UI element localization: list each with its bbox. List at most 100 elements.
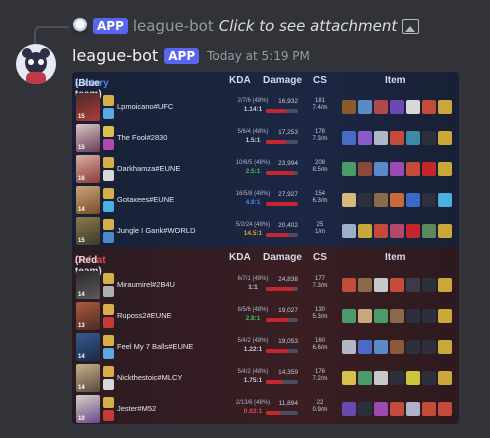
item-icon (358, 193, 372, 207)
summoner-spell-icon (103, 397, 114, 408)
champion-level: 14 (78, 354, 85, 360)
item-icon (374, 193, 388, 207)
match-summary-image[interactable]: Victory (Blue team) KDA Damage CS Item 1… (72, 72, 459, 424)
item-icon (406, 193, 420, 207)
item-icon (342, 278, 356, 292)
summoner-spell-icon (103, 126, 114, 137)
item-icon (358, 278, 372, 292)
item-icon (342, 131, 356, 145)
item-icon (342, 224, 356, 238)
item-icon (406, 162, 420, 176)
item-icon (438, 193, 452, 207)
summoner-spell-icon (103, 170, 114, 181)
item-slots (342, 371, 452, 385)
player-row: 13 Ruposs2#EUNE 8/5/6 (48%) 2.8:1 19,027 130 5… (72, 301, 459, 331)
item-icon (390, 371, 404, 385)
damage-bar (266, 109, 298, 113)
item-icon (406, 371, 420, 385)
damage-value: 20,402 (278, 222, 298, 229)
cs-per-minute: 5.3/m (312, 314, 328, 320)
message-header: league-bot APP Today at 5:19 PM (72, 46, 310, 65)
player-name: Gotaxees#EUNE (117, 195, 175, 204)
item-slots (342, 309, 452, 323)
item-icon (438, 309, 452, 323)
damage-bar (266, 233, 298, 237)
summoner-spell-icon (103, 139, 114, 150)
reply-bot-name[interactable]: league-bot (133, 17, 214, 35)
damage-value: 16,932 (278, 98, 298, 105)
kda-header: KDA (229, 252, 251, 263)
champion-level: 14 (78, 207, 85, 213)
item-icon (406, 131, 420, 145)
cs-per-minute: 8.5/m (312, 167, 328, 173)
item-icon (358, 309, 372, 323)
item-icon (358, 340, 372, 354)
player-row: 16 Darkhamza#EUNE 10/6/5 (48%) 2.5:1 23,994 2… (72, 154, 459, 184)
champion-portrait: 15 (76, 217, 100, 245)
item-icon (374, 162, 388, 176)
item-icon (390, 131, 404, 145)
author-name[interactable]: league-bot (72, 46, 158, 65)
cs-header: CS (313, 252, 327, 263)
message-timestamp[interactable]: Today at 5:19 PM (207, 49, 310, 63)
item-icon (422, 162, 436, 176)
damage-value: 19,027 (278, 307, 298, 314)
summoner-spell-icon (103, 335, 114, 346)
champion-level: 14 (78, 385, 85, 391)
item-icon (358, 371, 372, 385)
cs-per-minute: 7.3/m (312, 136, 328, 142)
champion-portrait: 14 (76, 364, 100, 392)
damage-header: Damage (263, 75, 302, 86)
item-icon (422, 131, 436, 145)
item-icon (358, 100, 372, 114)
summoner-spell-icon (103, 95, 114, 106)
champion-portrait: 15 (76, 93, 100, 121)
damage-value: 17,253 (278, 129, 298, 136)
champion-portrait: 13 (76, 302, 100, 330)
item-icon (342, 100, 356, 114)
item-icon (390, 278, 404, 292)
item-icon (438, 402, 452, 416)
cs-per-minute: 6.3/m (312, 198, 328, 204)
item-icon (406, 100, 420, 114)
cs-value: 208 (314, 160, 325, 166)
reply-app-badge: APP (93, 18, 128, 34)
summoner-spell-icon (103, 108, 114, 119)
item-icon (374, 402, 388, 416)
item-slots (342, 162, 452, 176)
damage-bar (266, 318, 298, 322)
champion-level: 13 (78, 323, 85, 329)
item-slots (342, 402, 452, 416)
player-name: Jester#M52 (117, 404, 157, 413)
summoner-spell-icon (103, 157, 114, 168)
item-icon (342, 371, 356, 385)
player-name: Feel My 7 Balls#EUNE (117, 342, 194, 351)
reply-avatar[interactable] (72, 18, 88, 34)
item-icon (374, 371, 388, 385)
item-icon (422, 309, 436, 323)
player-row: 15 Jungle I Gank#WORLD 5/2/24 (48%) 14.5:1 2… (72, 216, 459, 246)
item-icon (358, 224, 372, 238)
item-slots (342, 131, 452, 145)
summoner-spell-icon (103, 232, 114, 243)
damage-value: 24,838 (278, 276, 298, 283)
damage-bar (266, 171, 298, 175)
damage-bar (266, 202, 298, 206)
cs-per-minute: 7.4/m (312, 105, 328, 111)
item-icon (438, 340, 452, 354)
reply-attachment-text[interactable]: Click to see attachment (219, 17, 398, 35)
item-icon (374, 340, 388, 354)
item-icon (358, 131, 372, 145)
item-icon (390, 402, 404, 416)
item-header: Item (385, 252, 406, 263)
player-name: Lpmoicano#UFC (117, 102, 174, 111)
bot-avatar[interactable] (16, 44, 56, 84)
item-icon (422, 340, 436, 354)
cs-value: 160 (314, 338, 325, 344)
reply-preview[interactable]: APP league-bot Click to see attachment (40, 12, 420, 40)
summoner-spell-icon (103, 317, 114, 328)
kda-header: KDA (229, 75, 251, 86)
summoner-spell-icon (103, 188, 114, 199)
champion-level: 15 (78, 145, 85, 151)
team-header: Defeat (Red team) KDA Damage CS Item (75, 252, 406, 277)
